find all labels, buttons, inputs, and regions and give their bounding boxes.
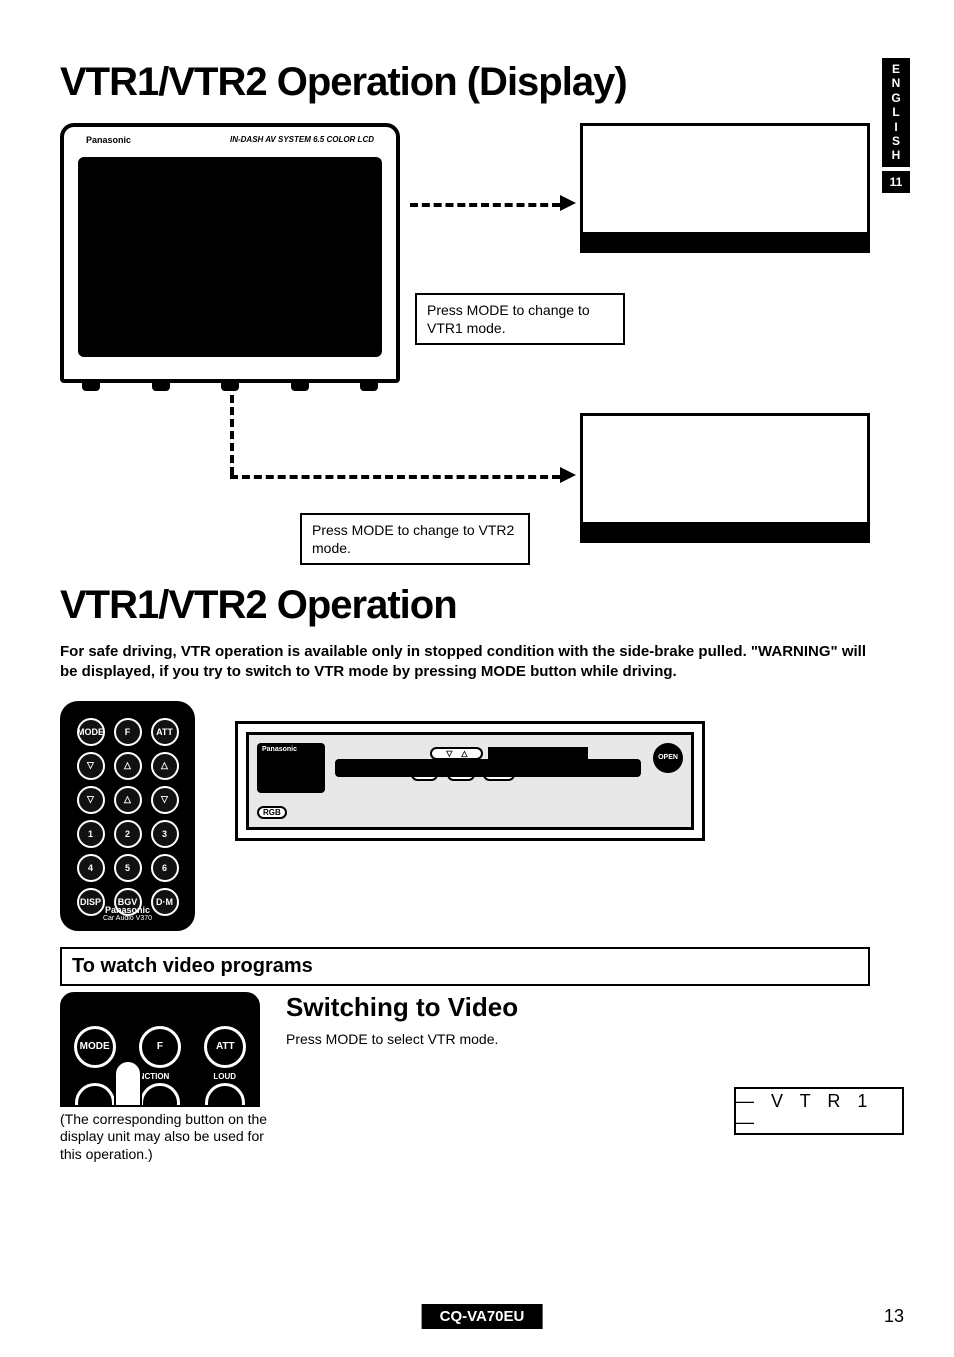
monitor-label: IN-DASH AV SYSTEM 6.5 COLOR LCD xyxy=(230,135,374,144)
note-vtr2: Press MODE to change to VTR2 mode. xyxy=(300,513,530,565)
page-number: 13 xyxy=(884,1306,904,1327)
arrow-dash-2 xyxy=(230,475,560,479)
remote-btn-1: 1 xyxy=(77,820,105,848)
remote-btn-4: 4 xyxy=(77,854,105,882)
display-box-vtr2 xyxy=(580,413,870,543)
arrow-dash-v xyxy=(230,395,234,475)
finger-icon xyxy=(114,1060,142,1107)
remote-top-label3: LOUD xyxy=(213,1072,236,1081)
remote-btn-att: ATT xyxy=(151,718,179,746)
remote-top-f: F xyxy=(139,1026,181,1068)
remote-btn-5: 5 xyxy=(114,854,142,882)
remote-btn-6: 6 xyxy=(151,854,179,882)
heading-switching: Switching to Video xyxy=(286,992,904,1023)
switching-body: Press MODE to select VTR mode. xyxy=(286,1031,904,1047)
heading-display-operation: VTR1/VTR2 Operation (Display) xyxy=(60,60,904,105)
remote-btn-r3c1: ▽ xyxy=(77,786,105,814)
monitor-brand: Panasonic xyxy=(86,135,131,145)
monitor-illustration: Panasonic IN-DASH AV SYSTEM 6.5 COLOR LC… xyxy=(60,123,400,383)
arrowhead-2 xyxy=(560,467,576,483)
headunit-brand: Panasonic xyxy=(259,745,300,754)
display-diagram: Panasonic IN-DASH AV SYSTEM 6.5 COLOR LC… xyxy=(60,123,870,573)
language-tab: ENGLISH xyxy=(882,58,910,167)
remote-btn-r3c3: ▽ xyxy=(151,786,179,814)
display-box-vtr1 xyxy=(580,123,870,253)
headunit-illustration: Panasonic OPEN RGB ▽ △ TUNE FM AM EXT xyxy=(235,721,705,841)
watch-video-title: To watch video programs xyxy=(72,955,858,978)
arrowhead-1 xyxy=(560,195,576,211)
language-tab-group: ENGLISH 11 xyxy=(882,58,910,193)
remote-caption: (The corresponding button on the display… xyxy=(60,1111,270,1164)
remote-btn-3: 3 xyxy=(151,820,179,848)
remote-btn-r2c2: △ xyxy=(114,752,142,780)
remote-sub: Car Audio V370 xyxy=(63,915,192,922)
remote-illustration: MODE F ATT ▽ △ △ ▽ △ ▽ 1 2 3 4 5 6 DISP … xyxy=(60,701,195,931)
warning-text: For safe driving, VTR operation is avail… xyxy=(60,642,870,683)
heading-operation: VTR1/VTR2 Operation xyxy=(60,583,904,628)
remote-btn-f: F xyxy=(114,718,142,746)
remote-top-illustration: MODE F ATT FUNCTION LOUD xyxy=(60,992,260,1107)
page-tab: 11 xyxy=(882,171,910,193)
remote-top-att: ATT xyxy=(204,1026,246,1068)
vtr-display-box: — V T R 1 — xyxy=(734,1087,904,1135)
remote-btn-r2c1: ▽ xyxy=(77,752,105,780)
note-vtr1: Press MODE to change to VTR1 mode. xyxy=(415,293,625,345)
watch-video-box: To watch video programs xyxy=(60,947,870,986)
arrow-dash-1 xyxy=(410,203,560,207)
remote-btn-mode: MODE xyxy=(77,718,105,746)
model-number: CQ-VA70EU xyxy=(422,1304,543,1329)
remote-brand: Panasonic xyxy=(63,905,192,915)
remote-btn-r3c2: △ xyxy=(114,786,142,814)
remote-top-mode: MODE xyxy=(74,1026,116,1068)
remote-btn-r2c3: △ xyxy=(151,752,179,780)
remote-btn-2: 2 xyxy=(114,820,142,848)
headunit-rgb: RGB xyxy=(257,806,287,819)
